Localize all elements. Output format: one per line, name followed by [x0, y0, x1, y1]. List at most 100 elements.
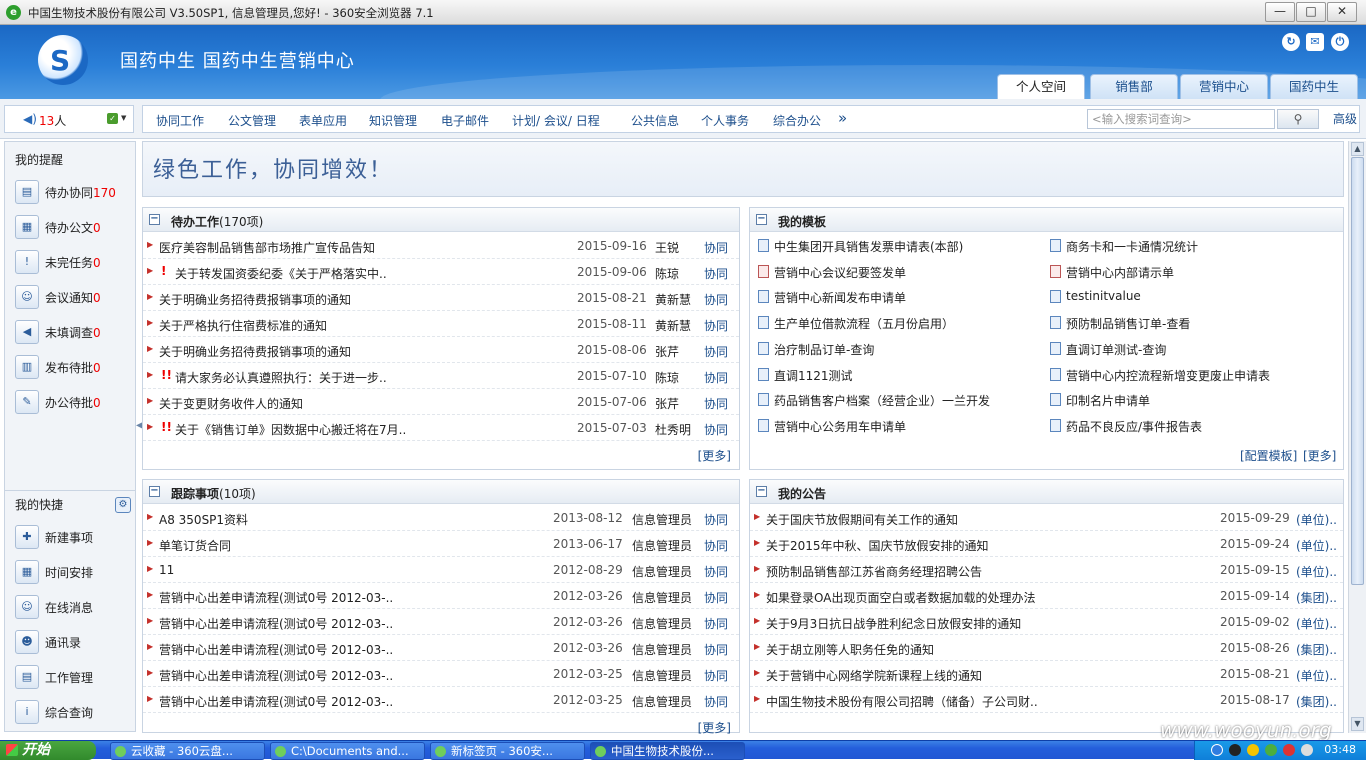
- collapse-icon[interactable]: −: [756, 486, 767, 497]
- collapse-icon[interactable]: −: [756, 214, 767, 225]
- antivirus-icon[interactable]: [1283, 744, 1295, 756]
- configure-templates-link[interactable]: [配置模板]: [1240, 447, 1297, 464]
- collapse-icon[interactable]: −: [149, 486, 160, 497]
- close-button[interactable]: ✕: [1327, 2, 1357, 22]
- row-source[interactable]: (单位)...: [1296, 511, 1336, 528]
- row-title[interactable]: 关于变更财务收件人的通知: [159, 395, 303, 412]
- row-source[interactable]: (单位)...: [1296, 537, 1336, 554]
- row-type[interactable]: 协同: [704, 615, 728, 632]
- alert-icon[interactable]: [1247, 744, 1259, 756]
- row-title[interactable]: 11: [159, 563, 174, 577]
- table-row[interactable]: ▶ 营销中心出差申请流程(测试0号 2012-03-.. 2012-03-26 信息管…: [143, 635, 739, 661]
- tab-sales-dept[interactable]: 销售部: [1090, 74, 1178, 99]
- table-row[interactable]: ▶ 单笔订货合同 2013-06-17 信息管理员 协同: [143, 531, 739, 557]
- menu-forms[interactable]: 表单应用: [299, 112, 347, 129]
- scroll-thumb[interactable]: [1351, 157, 1364, 585]
- row-type[interactable]: 协同: [704, 343, 728, 360]
- reminder-unfinished-tasks[interactable]: ! 未完任务0: [15, 248, 133, 276]
- maximize-button[interactable]: □: [1296, 2, 1326, 22]
- page-scrollbar[interactable]: ▲ ▼: [1348, 141, 1366, 733]
- reminder-publish-approval[interactable]: ▥ 发布待批0: [15, 353, 133, 381]
- qq-icon[interactable]: [1229, 744, 1241, 756]
- row-title[interactable]: 单笔订货合同: [159, 537, 231, 554]
- row-type[interactable]: 协同: [704, 291, 728, 308]
- shortcut-settings-icon[interactable]: ⚙: [115, 497, 131, 513]
- row-title[interactable]: 预防制品销售部江苏省商务经理招聘公告: [766, 563, 982, 580]
- shortcut-schedule[interactable]: ▦ 时间安排: [15, 558, 133, 586]
- todo-more-link[interactable]: [更多]: [698, 447, 731, 464]
- table-row[interactable]: ▶! 关于转发国资委纪委《关于严格落实中.. 2015-09-06 陈琼 协同: [143, 259, 739, 285]
- table-row[interactable]: ▶ A8 350SP1资料 2013-08-12 信息管理员 协同: [143, 505, 739, 531]
- table-row[interactable]: ▶ 营销中心出差申请流程(测试0号 2012-03-.. 2012-03-26 信息管…: [143, 609, 739, 635]
- row-title[interactable]: 营销中心出差申请流程(测试0号 2012-03-..: [159, 589, 393, 606]
- scroll-down-icon[interactable]: ▼: [1351, 717, 1364, 731]
- start-button[interactable]: 开始: [0, 741, 96, 760]
- row-source[interactable]: (单位)...: [1296, 667, 1336, 684]
- task-new-tab[interactable]: 新标签页 - 360安...: [430, 742, 585, 760]
- table-row[interactable]: ▶ 营销中心出差申请流程(测试0号 2012-03-.. 2012-03-25 信息管…: [143, 661, 739, 687]
- menu-documents[interactable]: 公文管理: [228, 112, 276, 129]
- reminder-pending-collab[interactable]: ▤ 待办协同170: [15, 178, 133, 206]
- advanced-search-link[interactable]: 高级: [1333, 110, 1357, 127]
- table-row[interactable]: ▶ 如果登录OA出现页面空白或者数据加载的处理办法 2015-09-14 (集团)..…: [750, 583, 1343, 609]
- row-title[interactable]: 营销中心出差申请流程(测试0号 2012-03-..: [159, 615, 393, 632]
- collapse-icon[interactable]: −: [149, 214, 160, 225]
- table-row[interactable]: ▶ 关于国庆节放假期间有关工作的通知 2015-09-29 (单位)...: [750, 505, 1343, 531]
- templates-more-link[interactable]: [更多]: [1303, 447, 1336, 464]
- row-title[interactable]: 营销中心出差申请流程(测试0号 2012-03-..: [159, 641, 393, 658]
- table-row[interactable]: ▶ 关于明确业务招待费报销事项的通知 2015-08-21 黄新慧 协同: [143, 285, 739, 311]
- tab-personal-space[interactable]: 个人空间: [997, 74, 1085, 99]
- table-row[interactable]: ▶ 11 2012-08-29 信息管理员 协同: [143, 557, 739, 583]
- row-title[interactable]: 关于转发国资委纪委《关于严格落实中..: [175, 265, 387, 282]
- row-type[interactable]: 协同: [704, 563, 728, 580]
- shortcut-work-management[interactable]: ▤ 工作管理: [15, 663, 133, 691]
- search-input[interactable]: <输入搜索词查询>: [1087, 109, 1275, 129]
- row-title[interactable]: 关于营销中心网络学院新课程上线的通知: [766, 667, 982, 684]
- table-row[interactable]: ▶ 关于变更财务收件人的通知 2015-07-06 张芹 协同: [143, 389, 739, 415]
- row-title[interactable]: 关于国庆节放假期间有关工作的通知: [766, 511, 958, 528]
- row-type[interactable]: 协同: [704, 369, 728, 386]
- online-users-box[interactable]: ◀) 13人 ✓ ▼: [4, 105, 134, 133]
- menu-knowledge[interactable]: 知识管理: [369, 112, 417, 129]
- table-row[interactable]: ▶ 关于9月3日抗日战争胜利纪念日放假安排的通知 2015-09-02 (单位)...: [750, 609, 1343, 635]
- table-row[interactable]: ▶ 关于严格执行住宿费标准的通知 2015-08-11 黄新慧 协同: [143, 311, 739, 337]
- search-icon[interactable]: ⚲: [1277, 109, 1319, 129]
- row-type[interactable]: 协同: [704, 537, 728, 554]
- tracking-more-link[interactable]: [更多]: [698, 719, 731, 736]
- table-row[interactable]: ▶ 医疗美容制品销售部市场推广宣传品告知 2015-09-16 王锐 协同: [143, 233, 739, 259]
- shortcut-online-message[interactable]: ☺ 在线消息: [15, 593, 133, 621]
- refresh-icon[interactable]: ↻: [1282, 33, 1300, 51]
- table-row[interactable]: ▶!! 请大家务必认真遵照执行：关于进一步.. 2015-07-10 陈琼 协同: [143, 363, 739, 389]
- reminder-meetings[interactable]: ☺ 会议通知0: [15, 283, 133, 311]
- row-title[interactable]: 如果登录OA出现页面空白或者数据加载的处理办法: [766, 589, 1035, 606]
- row-title[interactable]: 关于2015年中秋、国庆节放假安排的通知: [766, 537, 989, 554]
- row-type[interactable]: 协同: [704, 667, 728, 684]
- table-row[interactable]: ▶ 关于明确业务招待费报销事项的通知 2015-08-06 张芹 协同: [143, 337, 739, 363]
- row-title[interactable]: 营销中心出差申请流程(测试0号 2012-03-..: [159, 693, 393, 710]
- logout-icon[interactable]: ⏻: [1331, 33, 1349, 51]
- row-title[interactable]: 中国生物技术股份有限公司招聘（储备）子公司财..: [766, 693, 1038, 710]
- status-dropdown-icon[interactable]: ▼: [121, 114, 126, 122]
- language-icon[interactable]: [1211, 744, 1223, 756]
- row-title[interactable]: 关于明确业务招待费报销事项的通知: [159, 343, 351, 360]
- shortcut-address-book[interactable]: ☻ 通讯录: [15, 628, 133, 656]
- row-type[interactable]: 协同: [704, 265, 728, 282]
- table-row[interactable]: ▶ 营销中心出差申请流程(测试0号 2012-03-.. 2012-03-26 信息管…: [143, 583, 739, 609]
- row-source[interactable]: (集团)...: [1296, 589, 1336, 606]
- row-title[interactable]: 请大家务必认真遵照执行：关于进一步..: [175, 369, 387, 386]
- table-row[interactable]: ▶ 关于营销中心网络学院新课程上线的通知 2015-08-21 (单位)...: [750, 661, 1343, 687]
- task-oa-app[interactable]: 中国生物技术股份...: [590, 742, 745, 760]
- row-type[interactable]: 协同: [704, 317, 728, 334]
- row-type[interactable]: 协同: [704, 239, 728, 256]
- row-title[interactable]: 关于胡立刚等人职务任免的通知: [766, 641, 934, 658]
- menu-collaboration[interactable]: 协同工作: [156, 112, 204, 129]
- status-icon[interactable]: ✓: [107, 113, 118, 124]
- row-source[interactable]: (集团)...: [1296, 693, 1336, 710]
- shortcut-query[interactable]: i 综合查询: [15, 698, 133, 726]
- tab-sinopharm[interactable]: 国药中生: [1270, 74, 1358, 99]
- row-title[interactable]: 关于严格执行住宿费标准的通知: [159, 317, 327, 334]
- row-title[interactable]: A8 350SP1资料: [159, 511, 248, 528]
- row-title[interactable]: 营销中心出差申请流程(测试0号 2012-03-..: [159, 667, 393, 684]
- reminder-pending-docs[interactable]: ▦ 待办公文0: [15, 213, 133, 241]
- row-type[interactable]: 协同: [704, 395, 728, 412]
